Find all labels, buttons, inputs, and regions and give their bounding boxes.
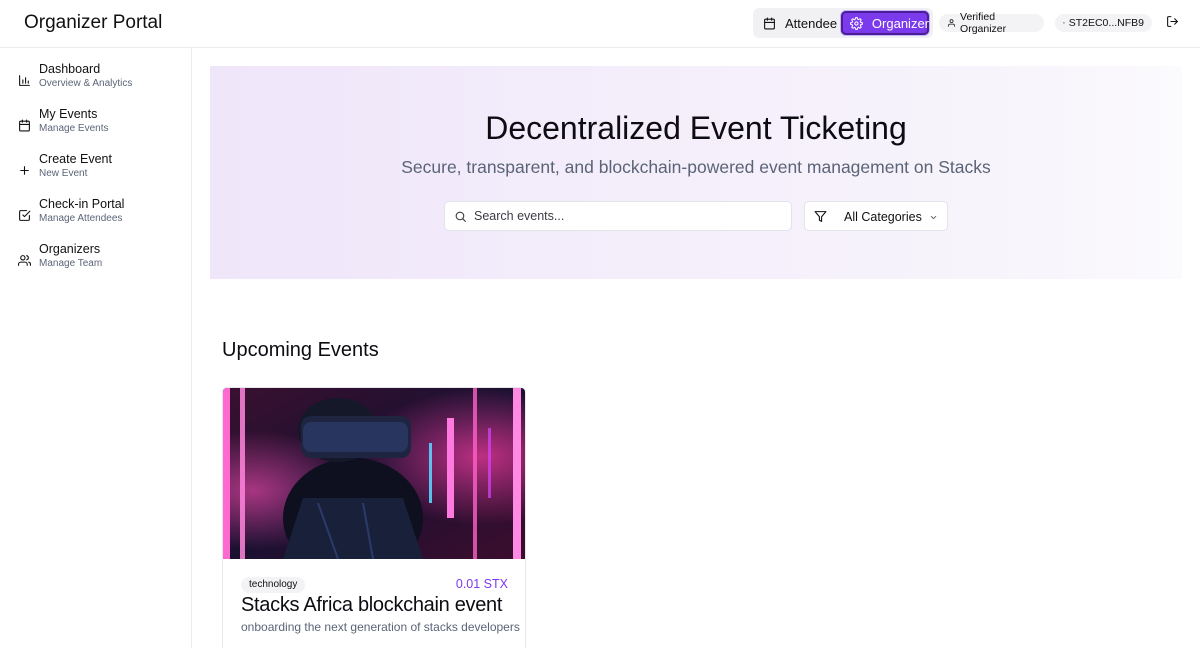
sidebar-item-organizers[interactable]: Organizers Manage Team (0, 242, 191, 282)
organizer-mode-label: Organizer (871, 15, 929, 31)
chevron-down-icon (930, 215, 937, 220)
wallet-address-badge: ST2EC0...NFB9 (1055, 14, 1152, 32)
top-header: Organizer Portal Attendee Organizer Veri… (0, 0, 1200, 48)
hero-banner: Decentralized Event Ticketing Secure, tr… (210, 66, 1182, 279)
hero-subtitle: Secure, transparent, and blockchain-powe… (401, 157, 991, 177)
wallet-address-label: ST2EC0...NFB9 (1068, 17, 1144, 29)
verified-organizer-label: Verified Organizer (960, 11, 1007, 35)
category-select-value: All Categories (844, 210, 922, 224)
category-select[interactable]: All Categories (804, 201, 948, 231)
logout-button[interactable] (1166, 15, 1180, 31)
calendar-icon (19, 119, 30, 132)
sidebar-item-check-in-portal[interactable]: Check-in Portal Manage Attendees (0, 197, 191, 237)
sidebar-item-label: Dashboard (39, 62, 101, 76)
event-description: onboarding the next generation of stacks… (241, 620, 520, 634)
search-input[interactable] (474, 202, 786, 230)
sidebar-item-sublabel: Manage Team (39, 258, 103, 269)
plus-icon (20, 166, 29, 175)
upcoming-events-title: Upcoming Events (222, 339, 379, 361)
event-image (223, 388, 525, 559)
filter-icon (814, 211, 827, 222)
attendee-mode-button[interactable]: Attendee (763, 11, 841, 35)
verified-organizer-badge: Verified Organizer (939, 11, 1044, 35)
app-title: Organizer Portal (24, 12, 163, 33)
users-icon (18, 255, 31, 266)
gear-icon (850, 16, 863, 30)
sidebar-item-my-events[interactable]: My Events Manage Events (0, 107, 191, 147)
wallet-icon (1063, 22, 1065, 24)
event-price: 0.01 STX (455, 577, 508, 591)
check-square-icon (19, 210, 31, 221)
sidebar-item-create-event[interactable]: Create Event New Event (0, 152, 191, 192)
sidebar-item-label: Create Event (39, 152, 112, 166)
organizer-mode-button[interactable]: Organizer (841, 11, 929, 35)
event-card[interactable]: technology 0.01 STX Stacks Africa blockc… (222, 387, 526, 648)
sidebar-item-sublabel: New Event (39, 168, 88, 179)
mode-switch: Attendee Organizer (753, 8, 933, 38)
hero-title: Decentralized Event Ticketing (485, 110, 907, 146)
sidebar-item-dashboard[interactable]: Dashboard Overview & Analytics (0, 62, 191, 102)
sidebar-item-label: Organizers (39, 242, 101, 256)
attendee-mode-label: Attendee (785, 15, 838, 31)
sidebar-item-sublabel: Overview & Analytics (39, 78, 133, 89)
logout-icon (1167, 16, 1178, 27)
search-icon (455, 211, 466, 222)
event-title: Stacks Africa blockchain event (241, 594, 503, 616)
bar-chart-icon (19, 75, 30, 86)
search-box (444, 201, 792, 231)
calendar-icon (764, 17, 775, 29)
sidebar-item-sublabel: Manage Attendees (39, 213, 123, 224)
sidebar: Dashboard Overview & Analytics My Events… (0, 48, 192, 648)
sidebar-item-label: My Events (39, 107, 98, 121)
sidebar-item-label: Check-in Portal (39, 197, 125, 211)
user-icon (948, 19, 955, 27)
event-category-badge: technology (241, 577, 306, 593)
sidebar-item-sublabel: Manage Events (39, 123, 109, 134)
